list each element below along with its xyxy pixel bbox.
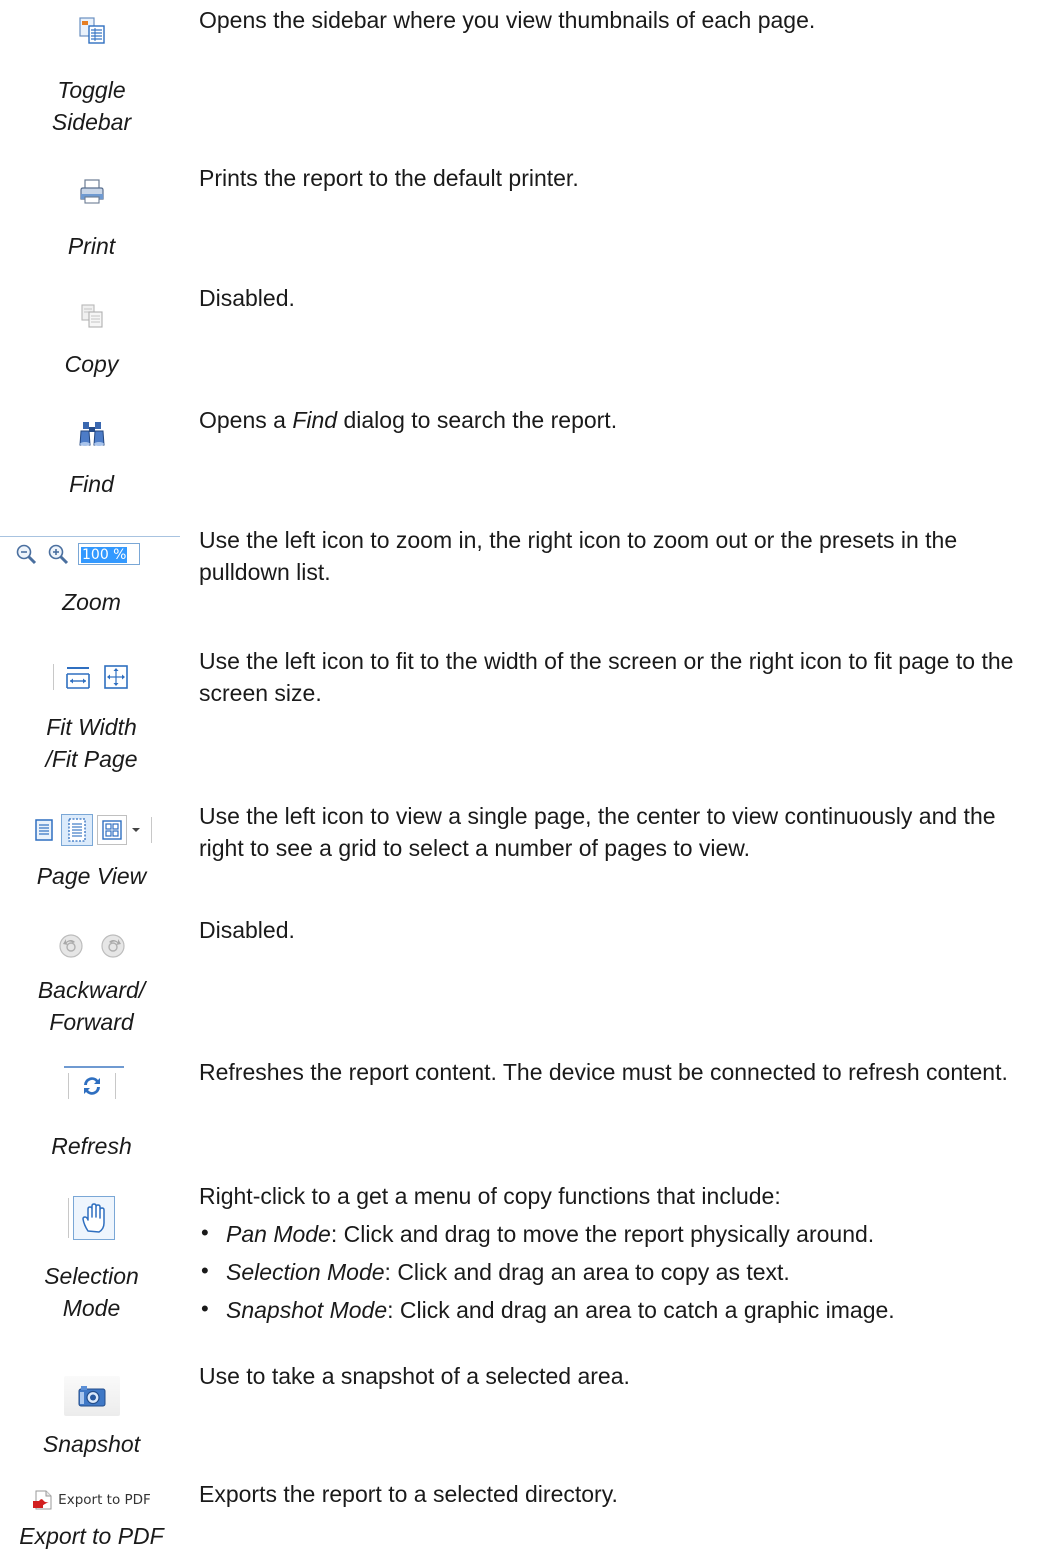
list-item: • Snapshot Mode: Click and drag an area t… bbox=[201, 1296, 895, 1323]
tool-description: Opens the sidebar where you view thumbna… bbox=[199, 7, 816, 33]
tool-description: Disabled. bbox=[199, 285, 295, 311]
tool-caption: Snapshot bbox=[42, 1431, 141, 1457]
list-item: • Selection Mode: Click and drag an area … bbox=[201, 1258, 790, 1285]
toolbar-separator bbox=[68, 1198, 69, 1238]
copy-icon bbox=[78, 302, 106, 330]
hand-icon[interactable] bbox=[73, 1196, 115, 1240]
single-page-icon[interactable] bbox=[31, 817, 57, 843]
forward-icon bbox=[99, 932, 127, 960]
list-item: • Pan Mode: Click and drag to move the re… bbox=[201, 1220, 875, 1247]
tool-description: Prints the report to the default printer… bbox=[199, 165, 579, 191]
tool-description: Right-click to a get a menu of copy func… bbox=[199, 1180, 1030, 1332]
selection-mode-intro: Right-click to a get a menu of copy func… bbox=[199, 1183, 781, 1209]
dropdown-arrow-icon[interactable] bbox=[131, 825, 141, 835]
tool-caption: Selection Mode bbox=[44, 1263, 139, 1321]
binoculars-icon[interactable] bbox=[77, 419, 107, 449]
fit-page-icon[interactable] bbox=[102, 663, 130, 691]
zoom-level-value: 100 % bbox=[81, 547, 128, 563]
tool-caption: Copy bbox=[64, 351, 119, 377]
tool-description: Use the left icon to fit to the width of… bbox=[199, 648, 1014, 706]
tool-caption: Fit Width /Fit Page bbox=[45, 714, 138, 772]
camera-icon[interactable] bbox=[63, 1376, 120, 1416]
tool-caption: Export to PDF bbox=[19, 1523, 164, 1549]
tool-description: Opens a Find dialog to search the report… bbox=[199, 407, 618, 433]
toolbar-separator bbox=[151, 817, 152, 843]
toolbar-separator bbox=[114, 1073, 116, 1099]
tool-caption: Zoom bbox=[62, 589, 121, 615]
export-to-pdf-label: Export to PDF bbox=[58, 1492, 151, 1508]
grid-pages-icon[interactable] bbox=[97, 815, 127, 845]
tool-caption: Page View bbox=[36, 863, 147, 889]
tool-description: Exports the report to a selected directo… bbox=[199, 1481, 618, 1507]
toggle-sidebar-icon[interactable] bbox=[77, 15, 107, 45]
backward-icon bbox=[57, 932, 85, 960]
tool-description: Disabled. bbox=[199, 917, 295, 943]
toolbar-separator bbox=[67, 1073, 69, 1099]
fit-width-icon[interactable] bbox=[64, 663, 92, 691]
zoom-level-field[interactable]: 100 % bbox=[78, 543, 140, 565]
tool-description: Use to take a snapshot of a selected are… bbox=[199, 1363, 630, 1389]
tool-caption: Print bbox=[67, 233, 116, 259]
tool-caption: Refresh bbox=[51, 1133, 132, 1159]
pdf-icon bbox=[32, 1489, 54, 1511]
tool-caption: Find bbox=[69, 471, 114, 497]
zoom-out-icon[interactable] bbox=[46, 542, 70, 566]
find-dialog-term: Find bbox=[292, 407, 338, 433]
export-to-pdf-button[interactable]: Export to PDF bbox=[32, 1489, 151, 1511]
tool-description: Refreshes the report content. The device… bbox=[199, 1059, 1008, 1085]
printer-icon[interactable] bbox=[77, 177, 107, 207]
continuous-page-icon[interactable] bbox=[61, 814, 93, 846]
tool-description: Use the left icon to view a single page,… bbox=[199, 803, 996, 861]
tool-caption: Backward/ Forward bbox=[37, 977, 146, 1035]
refresh-icon[interactable] bbox=[79, 1073, 105, 1099]
zoom-in-icon[interactable] bbox=[14, 542, 38, 566]
tool-caption: Toggle Sidebar bbox=[51, 77, 132, 135]
tool-description: Use the left icon to zoom in, the right … bbox=[199, 527, 958, 585]
copy-functions-list: • Pan Mode: Click and drag to move the re… bbox=[199, 1218, 1030, 1326]
toolbar-separator bbox=[53, 664, 54, 690]
